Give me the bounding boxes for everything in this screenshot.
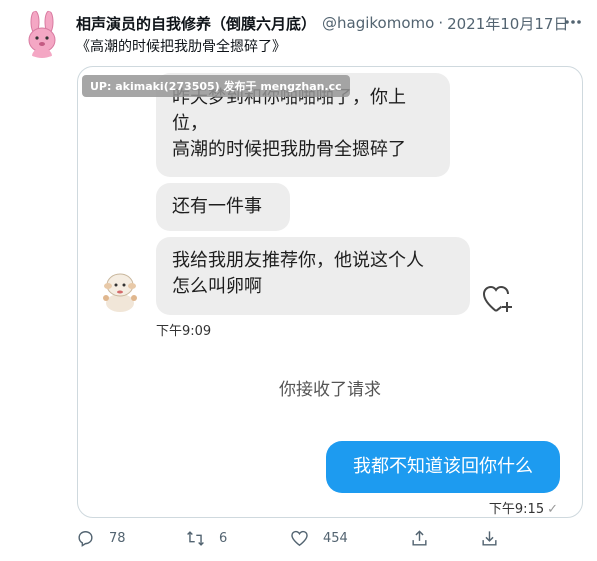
pink-rabbit-icon	[28, 10, 56, 58]
tweet-media-image[interactable]: UP: akimaki(273505) 发布于 mengzhan.cc 昨天梦到…	[77, 66, 583, 518]
reply-button[interactable]: 78	[76, 524, 126, 552]
tweet-date[interactable]: 2021年10月17日	[447, 13, 568, 34]
tweet-text: 《高潮的时候把我肋骨全摁碎了》	[76, 39, 286, 55]
share-button[interactable]	[410, 524, 429, 552]
watermark-label: UP: akimaki(273505) 发布于 mengzhan.cc	[82, 75, 350, 97]
tweet-header: 相声演员的自我修养（倒膜六月底） @hagikomomo · 2021年10月1…	[76, 12, 585, 34]
more-options-button[interactable]	[563, 12, 583, 32]
heart-plus-icon	[482, 285, 512, 312]
message-line: 高潮的时候把我肋骨全摁碎了	[172, 139, 406, 160]
heart-icon	[291, 530, 308, 546]
message-line: 怎么叫卵啊	[172, 276, 262, 297]
system-notice: 你接收了请求	[279, 380, 381, 400]
reply-icon	[78, 530, 93, 547]
like-count: 454	[323, 530, 348, 546]
chat-bubble-outgoing: 我都不知道该回你什么	[326, 441, 560, 493]
message-line: 我给我朋友推荐你，他说这个人	[172, 250, 424, 271]
message-line: 位，	[172, 113, 208, 134]
separator-dot: ·	[438, 14, 444, 32]
message-timestamp: 下午9:09	[156, 324, 212, 339]
reply-count: 78	[109, 530, 126, 546]
retweet-count: 6	[219, 530, 228, 546]
retweet-button[interactable]: 6	[186, 524, 227, 552]
download-button[interactable]	[480, 524, 499, 552]
chat-bubble-incoming: 我给我朋友推荐你，他说这个人 怎么叫卵啊	[156, 237, 470, 315]
timestamp-text: 下午9:15	[488, 502, 545, 517]
share-icon	[412, 529, 427, 546]
tweet-actions-bar: 78 6 454	[70, 524, 510, 552]
more-horizontal-icon	[565, 20, 581, 24]
author-name[interactable]: 相声演员的自我修养（倒膜六月底）	[76, 13, 316, 34]
sheep-avatar-icon	[96, 265, 144, 313]
react-heart-button[interactable]	[482, 285, 514, 315]
download-icon	[482, 530, 497, 546]
like-button[interactable]: 454	[290, 524, 348, 552]
author-handle[interactable]: @hagikomomo	[322, 14, 434, 32]
message-timestamp-outgoing: 下午9:15 ✓	[489, 498, 558, 517]
chat-bubble-incoming: 还有一件事	[156, 183, 290, 231]
author-avatar[interactable]	[18, 10, 66, 58]
read-check-icon: ✓	[547, 502, 558, 517]
message-line: 还有一件事	[172, 196, 262, 217]
retweet-icon	[187, 530, 204, 546]
